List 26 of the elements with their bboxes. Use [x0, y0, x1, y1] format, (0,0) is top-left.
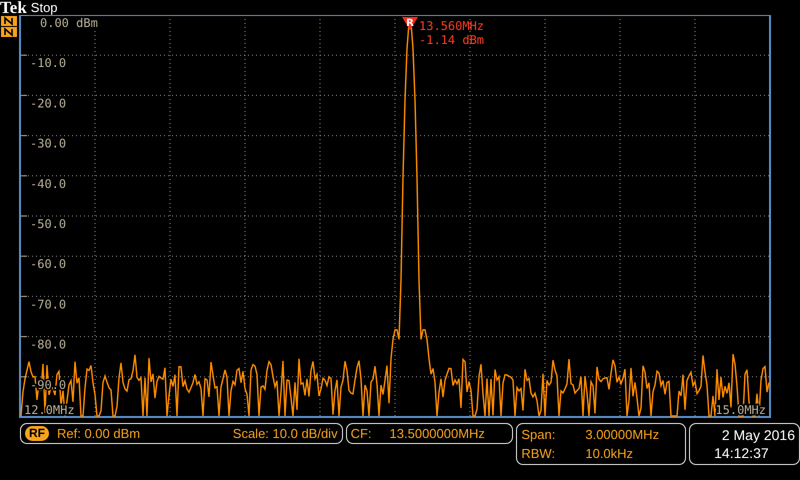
acquisition-status: Stop — [30, 0, 58, 15]
y-axis-label: -70.0 — [30, 297, 66, 312]
y-axis-label: -30.0 — [30, 136, 66, 151]
rbw-value: 10.0kHz — [585, 445, 634, 463]
y-axis-label: 0.00 dBm — [40, 16, 98, 30]
y-axis-label: -10.0 — [30, 56, 66, 70]
date-text: 2 May 2016 — [722, 426, 795, 444]
y-axis-label: -60.0 — [30, 257, 66, 272]
y-axis-label: -50.0 — [30, 217, 66, 231]
cf-value: 13.5000000MHz — [390, 426, 485, 441]
marker-icon — [402, 17, 418, 30]
time-text: 14:12:37 — [713, 444, 770, 462]
scale-readout: Scale: 10.0 dB/div — [232, 426, 338, 441]
rbw-label: RBW: — [521, 445, 556, 463]
span-value: 3.00000MHz — [585, 426, 660, 444]
y-axis-label: -20.0 — [30, 96, 66, 110]
marker-frequency: 13.560MHz — [419, 19, 484, 33]
span-label: Span: — [521, 426, 556, 444]
reference-level: Ref: 0.00 dBm — [57, 426, 140, 441]
marker-reading: -1.14 dBm — [419, 33, 484, 47]
y-axis-label: -80.0 — [30, 338, 66, 352]
marker-label: R — [406, 18, 414, 29]
cf-label: CF: — [350, 426, 372, 441]
brand-logo: Tek — [0, 0, 27, 15]
y-axis-label: -40.0 — [30, 176, 66, 191]
source-badge: RF — [25, 426, 49, 441]
